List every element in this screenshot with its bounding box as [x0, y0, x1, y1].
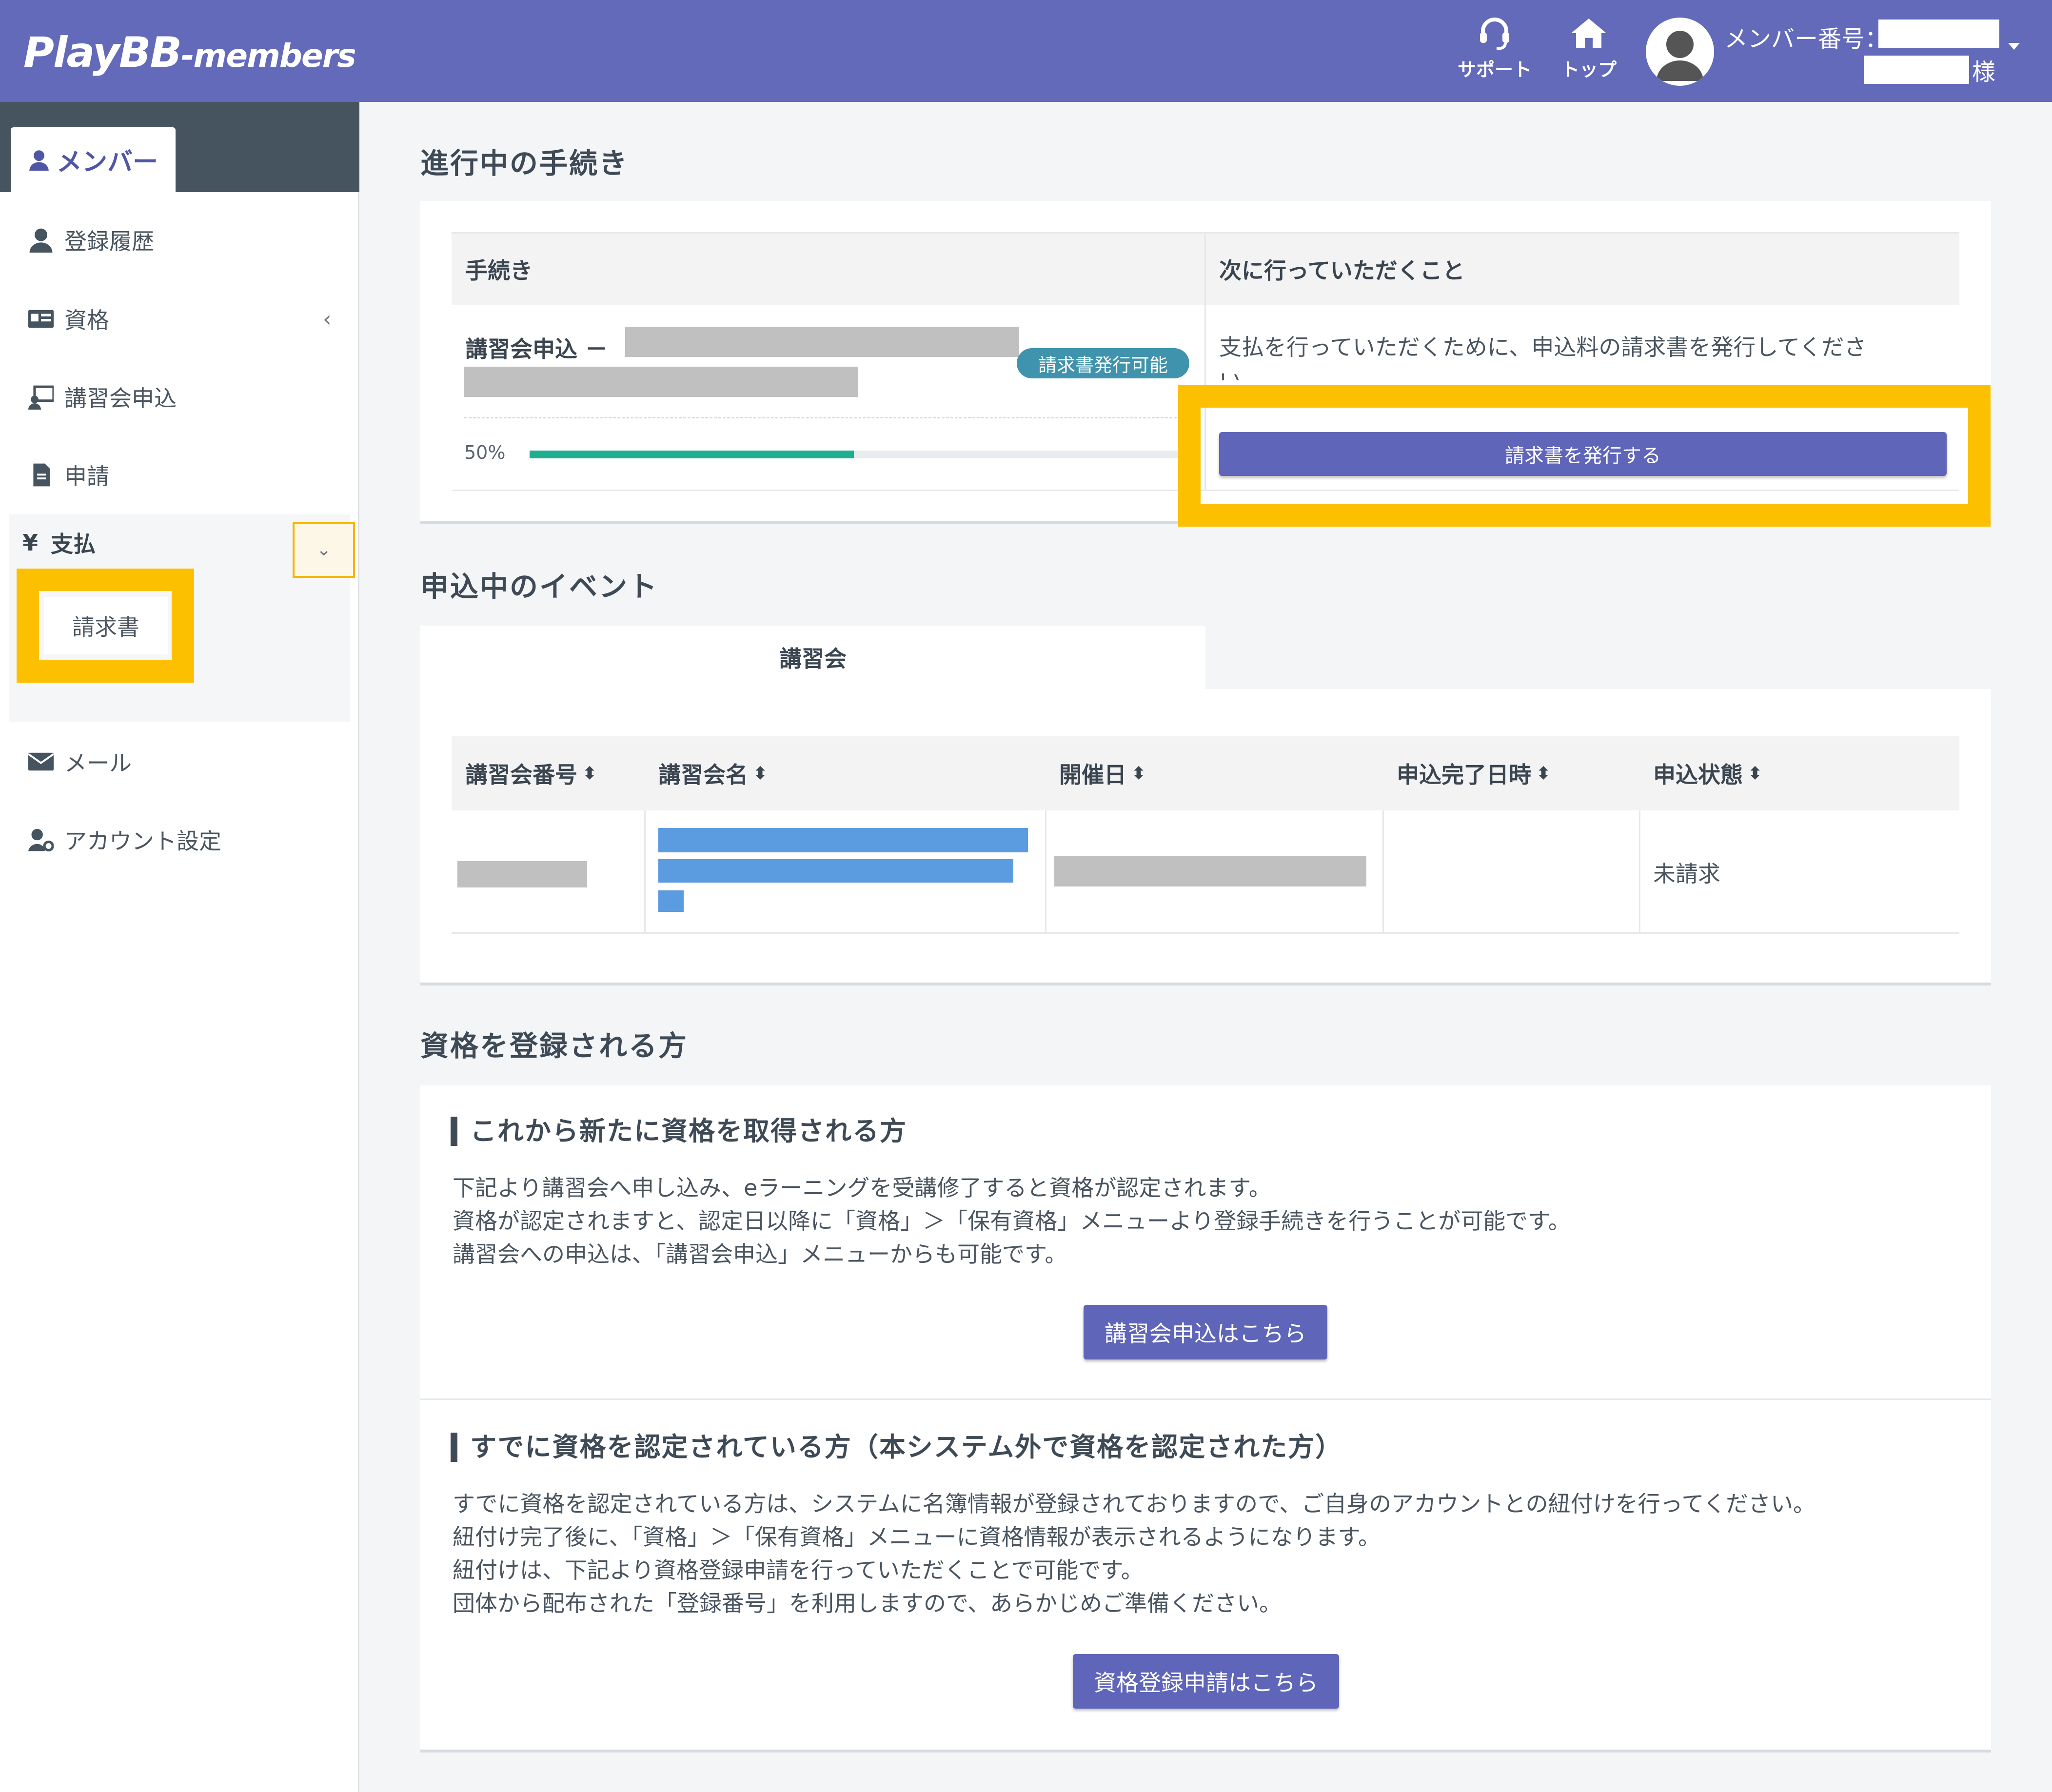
- headset-icon: [1480, 18, 1509, 50]
- user-gear-icon: [28, 828, 54, 852]
- row-status: 未請求: [1653, 861, 1720, 887]
- sidebar-item-history[interactable]: 登録履歴: [0, 211, 359, 269]
- events-title: 申込中のイベント: [420, 570, 659, 603]
- progress-percent: 50%: [464, 442, 506, 463]
- row-divider: [644, 810, 646, 933]
- new-qualification-heading: これから新たに資格を取得される方: [451, 1117, 907, 1146]
- row-bottom-border: [452, 932, 1959, 934]
- sidebar-item-qualification[interactable]: 資格 ‹: [0, 290, 359, 348]
- sort-icon[interactable]: ⬍: [582, 764, 597, 784]
- teacher-icon: [28, 385, 54, 410]
- row-divider: [1639, 810, 1640, 933]
- row-divider: [1045, 810, 1046, 933]
- col-header-course-name[interactable]: 講習会名 ⬍: [645, 736, 1046, 810]
- status-badge: 請求書発行可能: [1017, 348, 1189, 378]
- course-name-link-3[interactable]: [658, 890, 684, 912]
- course-name-link[interactable]: [658, 828, 1028, 852]
- col-header-date[interactable]: 開催日 ⬍: [1046, 736, 1383, 810]
- existing-qualification-line-2: 紐付け完了後に、「資格」＞「保有資格」メニューに資格情報が表示されるようになりま…: [453, 1524, 1381, 1550]
- id-card-icon: [28, 310, 54, 328]
- existing-qualification-line-4: 団体から配布された「登録番号」を利用しますので、あらかじめご準備ください。: [453, 1590, 1282, 1616]
- sidebar-item-payment[interactable]: ¥ 支払: [22, 527, 96, 559]
- member-number-redacted: [1878, 20, 1999, 48]
- sidebar-item-application[interactable]: 申請: [0, 446, 359, 504]
- sort-icon[interactable]: ⬍: [1131, 764, 1146, 784]
- issue-invoice-button[interactable]: 請求書を発行する: [1219, 432, 1947, 476]
- yen-icon: ¥: [22, 530, 39, 556]
- user-icon: [29, 228, 53, 253]
- chevron-left-icon[interactable]: ‹: [323, 307, 332, 332]
- col-header-next: 次に行っていただくこと: [1205, 233, 1959, 305]
- procedure-divider: [464, 417, 1181, 418]
- col-header-procedure: 手続き: [452, 233, 1205, 305]
- course-number-redacted: [457, 861, 587, 887]
- procedure-name-redacted-2: [464, 367, 858, 397]
- register-title: 資格を登録される方: [420, 1029, 689, 1063]
- col-header-status[interactable]: 申込状態 ⬍: [1639, 736, 1959, 810]
- sort-icon[interactable]: ⬍: [753, 764, 768, 784]
- qualification-register-button[interactable]: 資格登録申請はこちら: [1073, 1654, 1339, 1709]
- progress-bar: [530, 451, 1178, 458]
- col-header-completed[interactable]: 申込完了日時 ⬍: [1383, 736, 1639, 810]
- progress-bar-fill: [530, 451, 854, 458]
- sidebar-item-mail[interactable]: メール: [0, 732, 359, 791]
- event-date-redacted: [1054, 856, 1366, 886]
- course-apply-button[interactable]: 講習会申込はこちら: [1084, 1305, 1327, 1359]
- row-divider: [1382, 810, 1384, 933]
- support-button[interactable]: サポート: [1453, 16, 1536, 89]
- existing-qualification-line-3: 紐付けは、下記より資格登録申請を行っていただくことで可能です。: [453, 1557, 1144, 1583]
- sidebar-item-account[interactable]: アカウント設定: [0, 810, 359, 869]
- chevron-down-icon: ⌄: [316, 540, 332, 560]
- member-number-label: メンバー番号：: [1724, 25, 1889, 53]
- events-card: [420, 689, 1991, 985]
- table-top-border: [452, 232, 1959, 234]
- procedures-title: 進行中の手続き: [420, 147, 629, 180]
- sidebar-item-course-apply[interactable]: 講習会申込: [0, 368, 359, 426]
- envelope-icon: [28, 752, 54, 771]
- top-button[interactable]: トップ: [1547, 16, 1630, 89]
- document-icon: [33, 463, 50, 487]
- member-name-redacted: [1864, 56, 1969, 84]
- col-header-course-no[interactable]: 講習会番号 ⬍: [452, 736, 645, 810]
- procedure-item-label: 講習会申込 －: [465, 336, 608, 362]
- payment-collapse-toggle[interactable]: ⌄: [293, 522, 355, 578]
- new-qualification-line-2: 資格が認定されますと、認定日以降に「資格」＞「保有資格」メニューより登録手続きを…: [453, 1208, 1571, 1234]
- sidebar-tab-member[interactable]: メンバー: [11, 127, 176, 192]
- register-section-divider: [420, 1398, 1991, 1400]
- procedure-name-redacted: [625, 327, 1019, 357]
- user-menu-caret-icon[interactable]: [2008, 43, 2020, 50]
- next-step-text-2: い。: [1219, 364, 1264, 380]
- course-name-link-2[interactable]: [658, 859, 1013, 883]
- user-icon: [29, 150, 49, 171]
- next-step-text: 支払を行っていただくために、申込料の請求書を発行してくださ: [1219, 334, 1867, 360]
- existing-qualification-line-1: すでに資格を認定されている方は、システムに名簿情報が登録されておりますので、ご自…: [453, 1491, 1815, 1517]
- sort-icon[interactable]: ⬍: [1536, 764, 1551, 784]
- sidebar-subitem-invoice[interactable]: 請求書: [44, 597, 168, 654]
- existing-qualification-heading: すでに資格を認定されている方（本システム外で資格を認定された方）: [451, 1433, 1342, 1462]
- user-avatar[interactable]: [1646, 18, 1714, 86]
- user-icon: [1657, 31, 1703, 81]
- new-qualification-line-3: 講習会への申込は、「講習会申込」メニューからも可能です。: [453, 1241, 1067, 1267]
- honorific-label: 様: [1972, 59, 1996, 86]
- new-qualification-line-1: 下記より講習会へ申し込み、eラーニングを受講修了すると資格が認定されます。: [453, 1175, 1271, 1201]
- tab-course[interactable]: 講習会: [420, 626, 1205, 689]
- sort-icon[interactable]: ⬍: [1748, 764, 1762, 784]
- home-icon: [1571, 19, 1606, 48]
- sidebar: メンバー: [0, 102, 359, 1792]
- top-header: PlayBB-members サポート トップ メンバー番号： 様: [0, 0, 2052, 102]
- app-logo[interactable]: PlayBB-members: [23, 28, 356, 77]
